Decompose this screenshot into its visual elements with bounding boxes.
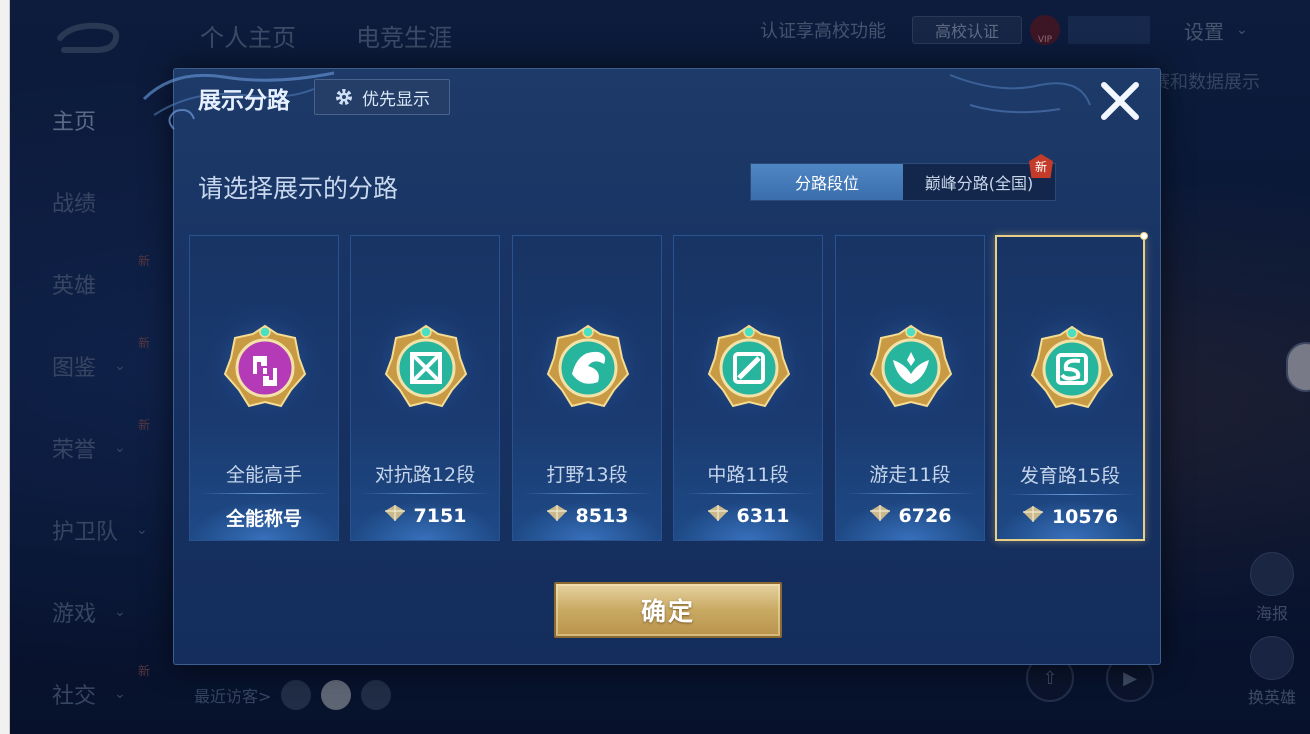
score-diamond-icon [1022,505,1044,528]
tab-lane-rank-label: 分路段位 [794,174,859,193]
lane-score-row: 6726 [836,504,984,527]
new-badge: 新 [1029,154,1053,178]
lane-score: 6726 [898,504,952,527]
score-diamond-icon [869,504,891,527]
lane-card[interactable]: 发育路15段 10576 [995,232,1148,541]
score-diamond-icon [707,504,729,527]
lane-score-row: 7151 [351,504,499,527]
card-divider [684,493,814,494]
card-divider [1007,494,1137,495]
tab-peak-lane-label: 巅峰分路(全国) [924,174,1034,193]
lane-display-dialog: 展示分路 优先显示 请选择展示的分路 分路段位 巅峰分路(全国) 新 全能高手全… [142,68,1161,665]
lane-rank-name: 游走11段 [869,464,951,486]
dialog-subtitle: 请选择展示的分路 [198,174,399,203]
lane-score-row: 全能称号 [190,504,338,531]
lane-rank-name: 打野13段 [546,464,628,486]
gear-icon [336,89,352,105]
lane-card[interactable]: 游走11段 6726 [835,235,985,541]
roam-rank-emblem-icon [861,318,961,418]
score-diamond-icon [546,504,568,527]
lane-rank-name: 对抗路12段 [374,464,476,486]
selected-corner-dot [1140,232,1148,240]
lane-score-row: 10576 [997,505,1143,528]
lane-tabs: 分路段位 巅峰分路(全国) 新 [750,154,1056,201]
lane-card[interactable]: 打野13段 8513 [512,235,662,541]
allround-rank-emblem-icon [215,318,315,418]
close-icon[interactable] [1098,79,1142,123]
browser-left-strip [0,0,10,734]
lane-card-list: 全能高手 全能称号 对抗路12段 7151 打野13段 8513 中路11段 6311 游走11… [189,232,1148,541]
dialog-header: 展示分路 优先显示 [174,69,1160,129]
tab-peak-lane[interactable]: 巅峰分路(全国) 新 [903,154,1055,200]
lane-score: 全能称号 [225,508,302,530]
lane-card[interactable]: 中路11段 6311 [673,235,823,541]
lane-score: 8513 [575,504,629,527]
lane-card[interactable]: 全能高手 全能称号 [189,235,339,541]
card-divider [361,493,491,494]
lane-rank-name: 发育路15段 [1019,465,1121,487]
lane-score-row: 8513 [513,504,661,527]
lane-score-row: 6311 [674,504,822,527]
confirm-button[interactable]: 确定 [554,582,782,638]
priority-display-label: 优先显示 [362,89,430,110]
lane-card[interactable]: 对抗路12段 7151 [350,235,500,541]
jungle-rank-emblem-icon [538,318,638,418]
lane-score: 7151 [413,504,467,527]
lane-rank-name: 中路11段 [707,464,789,486]
card-divider [846,493,976,494]
lane-rank-name: 全能高手 [225,464,302,486]
card-divider [200,493,330,494]
dialog-title: 展示分路 [198,88,290,114]
clash-rank-emblem-icon [376,318,476,418]
farm-rank-emblem-icon [1022,319,1122,419]
lane-score: 10576 [1051,505,1119,528]
mid-rank-emblem-icon [699,318,799,418]
score-diamond-icon [384,504,406,527]
lane-score: 6311 [736,504,790,527]
card-divider [523,493,653,494]
priority-display-button[interactable]: 优先显示 [314,79,450,115]
tab-lane-rank[interactable]: 分路段位 [751,164,903,200]
